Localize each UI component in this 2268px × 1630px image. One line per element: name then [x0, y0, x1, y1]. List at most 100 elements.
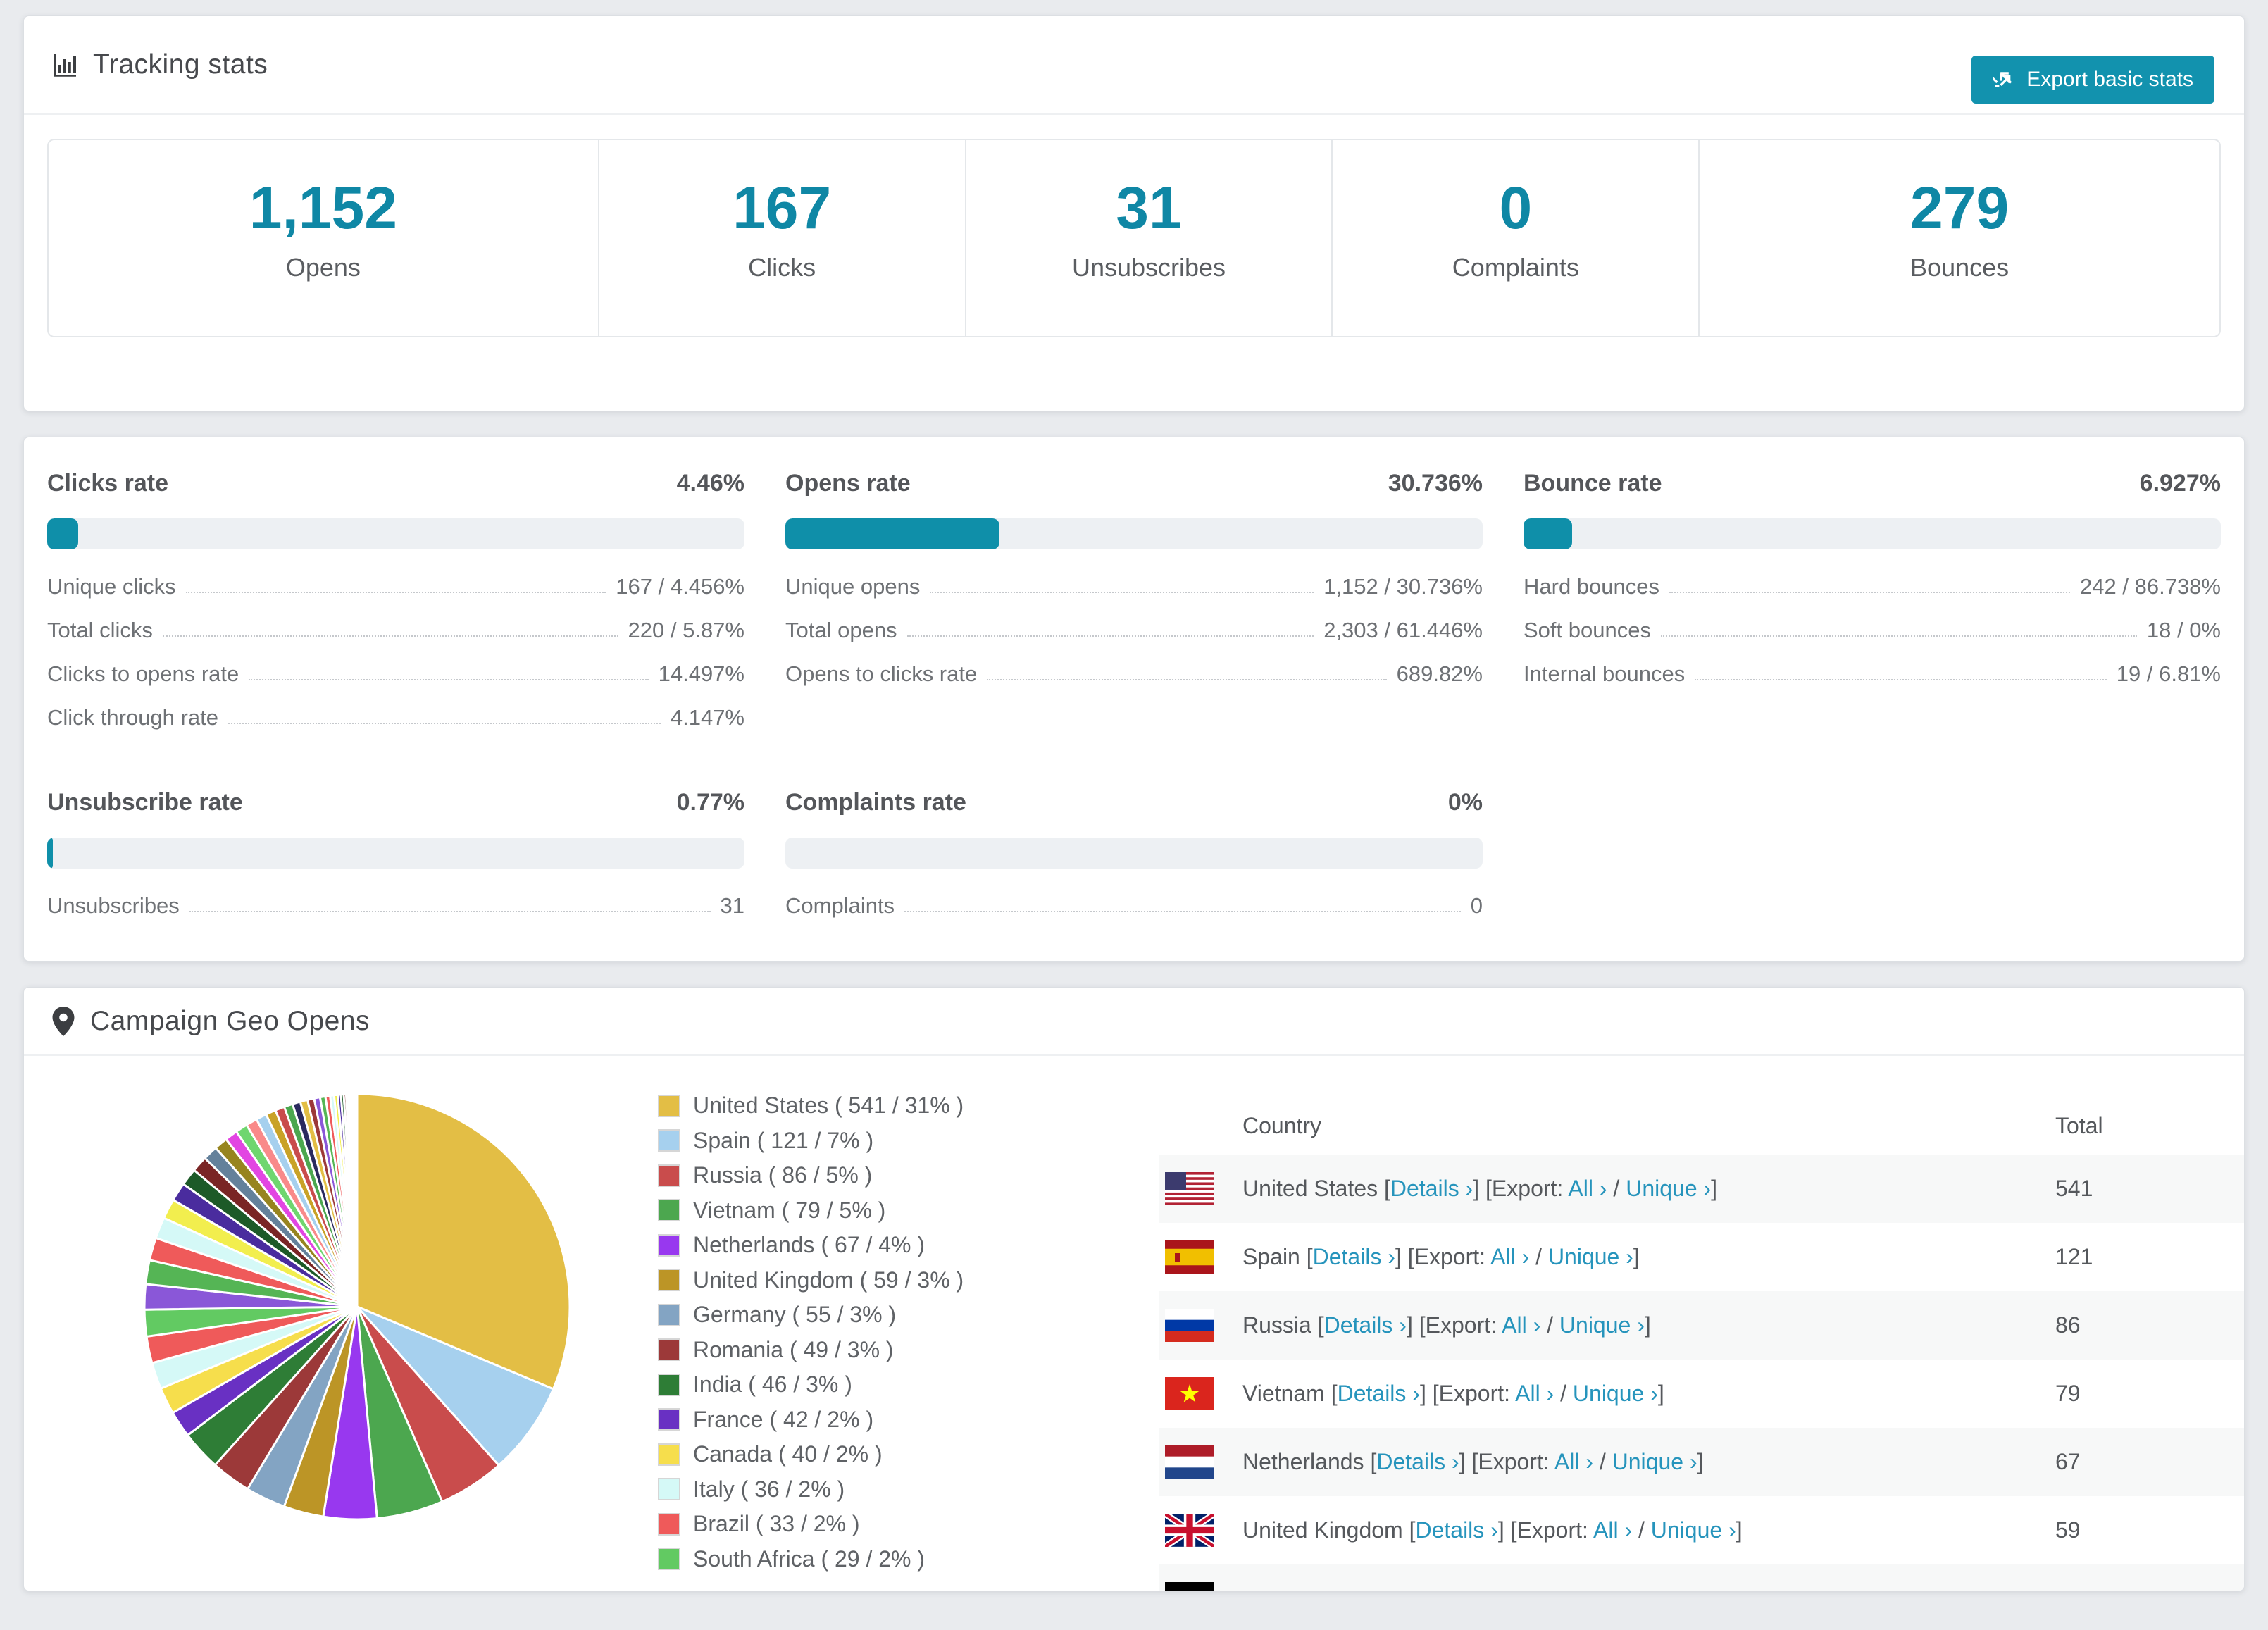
country-cell: United States [Details ›] [Export: All ›… — [1242, 1176, 1718, 1201]
country-flag-gb — [1165, 1514, 1214, 1547]
export-unique-link[interactable]: Unique › — [1559, 1312, 1645, 1338]
export-all-link[interactable]: All › — [1593, 1517, 1632, 1543]
legend-color-swatch — [658, 1269, 680, 1291]
rates-card: Clicks rate 4.46% Unique clicks 167 / 4.… — [23, 437, 2245, 962]
country-flag-vn — [1165, 1377, 1214, 1410]
stat-value: 0 — [1499, 175, 1533, 241]
rate-detail-value: 31 — [720, 893, 744, 918]
rate-detail-value: 242 / 86.738% — [2080, 574, 2221, 599]
rate-title: Bounce rate — [1524, 470, 1662, 497]
rate-detail-label: Soft bounces — [1524, 618, 1651, 642]
rate-detail-row: Unsubscribes 31 — [47, 884, 744, 928]
geo-table-row-de — [1159, 1564, 2244, 1591]
rate-detail-row: Opens to clicks rate 689.82% — [785, 652, 1483, 696]
geo-title: Campaign Geo Opens — [90, 1005, 370, 1036]
rate-detail-value: 220 / 5.87% — [628, 618, 744, 642]
page-title: Tracking stats — [93, 49, 268, 80]
legend-item: United States ( 541 / 31% ) — [658, 1093, 964, 1119]
stat-cell-unsubscribes: 31 Unsubscribes — [964, 140, 1332, 336]
geo-table-header: Country Total — [1159, 1097, 2244, 1155]
country-name: United States — [1242, 1176, 1378, 1201]
rate-progress-fill — [1524, 518, 1572, 549]
column-header-total: Total — [2055, 1112, 2103, 1138]
geo-table-row-es: Spain [Details ›] [Export: All › / Uniqu… — [1159, 1223, 2244, 1291]
dotted-leader — [906, 635, 1314, 637]
legend-label: South Africa ( 29 / 2% ) — [693, 1545, 926, 1572]
rate-detail-row: Clicks to opens rate 14.497% — [47, 652, 744, 696]
tracking-stats-card: Tracking stats Export basic stats 1,152 … — [23, 15, 2245, 411]
details-link[interactable]: Details › — [1324, 1312, 1407, 1338]
legend-label: Germany ( 55 / 3% ) — [693, 1302, 897, 1327]
rate-detail-value: 18 / 0% — [2146, 618, 2221, 642]
export-unique-link[interactable]: Unique › — [1612, 1449, 1697, 1474]
geo-content: United States ( 541 / 31% ) Spain ( 121 … — [24, 1056, 2244, 1591]
export-basic-stats-button[interactable]: Export basic stats — [1971, 56, 2214, 104]
stat-value: 31 — [1116, 175, 1182, 241]
legend-item: India ( 46 / 3% ) — [658, 1371, 964, 1398]
legend-color-swatch — [658, 1373, 680, 1396]
details-link[interactable]: Details › — [1313, 1244, 1395, 1269]
dotted-leader — [904, 911, 1461, 912]
country-cell: Russia [Details ›] [Export: All › / Uniq… — [1242, 1312, 1651, 1338]
tracking-stats-header: Tracking stats — [24, 16, 2244, 115]
map-pin-icon — [52, 1006, 75, 1036]
rate-title: Opens rate — [785, 470, 911, 497]
geo-opens-card: Campaign Geo Opens United States ( 541 /… — [23, 987, 2245, 1591]
country-flag-nl — [1165, 1445, 1214, 1479]
geo-table-row-us: United States [Details ›] [Export: All ›… — [1159, 1155, 2244, 1223]
rate-panel-bounce-rate: Bounce rate 6.927% Hard bounces 242 / 86… — [1524, 470, 2221, 740]
details-link[interactable]: Details › — [1338, 1381, 1420, 1406]
details-link[interactable]: Details › — [1390, 1176, 1473, 1201]
rate-detail-row: Unique clicks 167 / 4.456% — [47, 565, 744, 609]
country-flag-ru — [1165, 1309, 1214, 1342]
rate-value: 6.927% — [2139, 470, 2221, 497]
country-name: Spain — [1242, 1244, 1300, 1269]
rate-detail-label: Clicks to opens rate — [47, 661, 239, 686]
export-unique-link[interactable]: Unique › — [1651, 1517, 1736, 1543]
rate-detail-row: Click through rate 4.147% — [47, 696, 744, 740]
export-all-link[interactable]: All › — [1568, 1176, 1607, 1201]
rate-detail-label: Opens to clicks rate — [785, 661, 978, 686]
legend-item: Romania ( 49 / 3% ) — [658, 1337, 964, 1363]
rate-detail-value: 1,152 / 30.736% — [1323, 574, 1483, 599]
geo-pie-chart — [132, 1081, 582, 1532]
legend-item: South Africa ( 29 / 2% ) — [658, 1546, 964, 1572]
legend-label: Russia ( 86 / 5% ) — [693, 1162, 873, 1188]
dotted-leader — [1660, 635, 2137, 637]
rate-detail-row: Soft bounces 18 / 0% — [1524, 609, 2221, 652]
rate-progress-track — [785, 838, 1483, 869]
legend-item: France ( 42 / 2% ) — [658, 1407, 964, 1433]
export-unique-link[interactable]: Unique › — [1626, 1176, 1711, 1201]
rate-title: Unsubscribe rate — [47, 789, 243, 816]
rate-progress-track — [1524, 518, 2221, 549]
country-name: United Kingdom — [1242, 1517, 1403, 1543]
export-all-link[interactable]: All › — [1490, 1244, 1529, 1269]
rate-detail-row: Total clicks 220 / 5.87% — [47, 609, 744, 652]
rate-detail-value: 0 — [1470, 893, 1483, 918]
legend-label: United States ( 541 / 31% ) — [693, 1093, 964, 1118]
rate-detail-label: Click through rate — [47, 705, 218, 730]
dotted-leader — [228, 723, 661, 724]
export-unique-link[interactable]: Unique › — [1548, 1244, 1633, 1269]
rate-value: 4.46% — [676, 470, 744, 497]
export-all-link[interactable]: All › — [1502, 1312, 1540, 1338]
rate-value: 30.736% — [1388, 470, 1483, 497]
rate-progress-fill — [47, 518, 79, 549]
details-link[interactable]: Details › — [1415, 1517, 1497, 1543]
legend-item: Russia ( 86 / 5% ) — [658, 1162, 964, 1188]
export-all-link[interactable]: All › — [1554, 1449, 1593, 1474]
geo-table-row-ru: Russia [Details ›] [Export: All › / Uniq… — [1159, 1291, 2244, 1360]
details-link[interactable]: Details › — [1376, 1449, 1459, 1474]
legend-item: Spain ( 121 / 7% ) — [658, 1128, 964, 1154]
rate-progress-fill — [785, 518, 1000, 549]
rate-detail-label: Complaints — [785, 893, 895, 918]
rate-detail-value: 2,303 / 61.446% — [1323, 618, 1483, 642]
rate-value: 0.77% — [676, 789, 744, 816]
export-all-link[interactable]: All › — [1515, 1381, 1554, 1406]
country-total: 86 — [2055, 1312, 2081, 1338]
legend-color-swatch — [658, 1338, 680, 1361]
country-flag-de — [1165, 1582, 1214, 1591]
rate-value: 0% — [1447, 789, 1483, 816]
export-unique-link[interactable]: Unique › — [1573, 1381, 1658, 1406]
legend-item: United Kingdom ( 59 / 3% ) — [658, 1267, 964, 1293]
